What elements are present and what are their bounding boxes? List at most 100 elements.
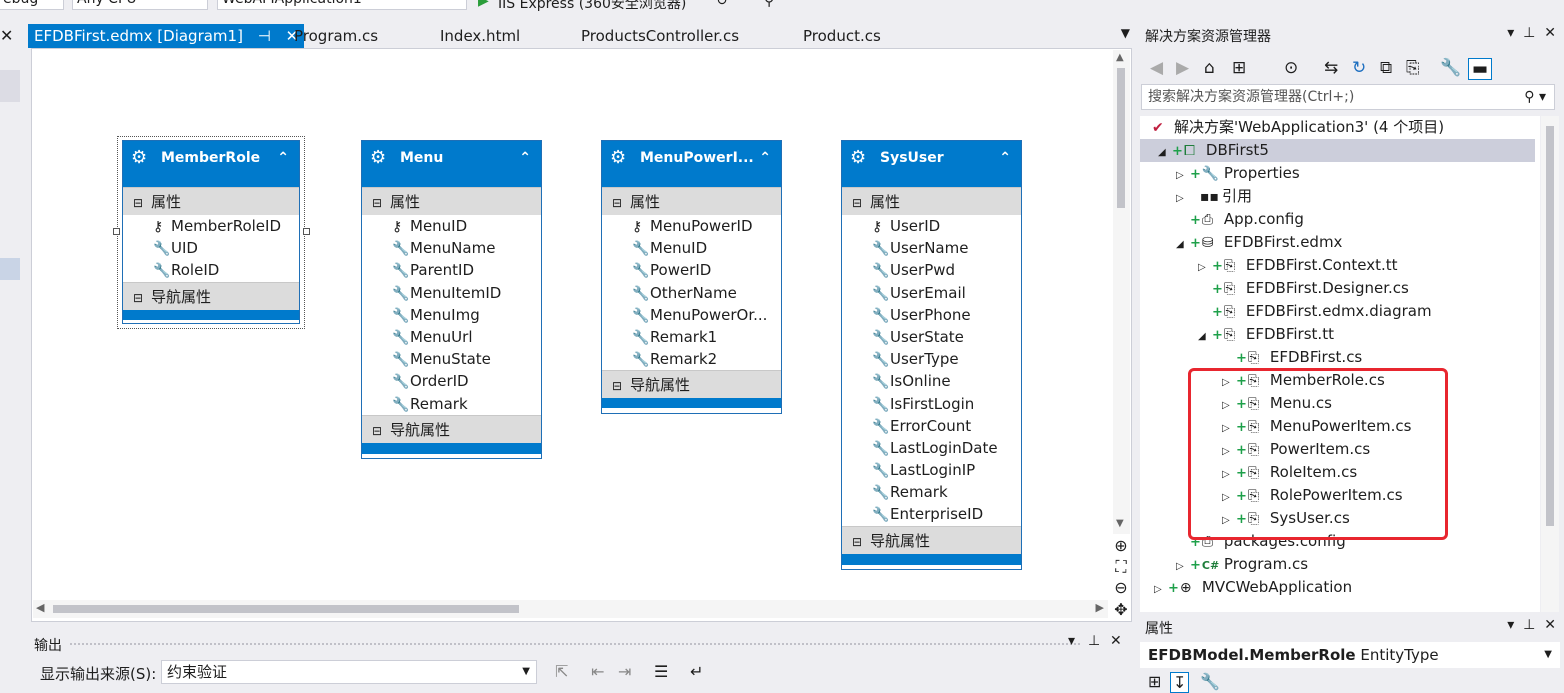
entity-property[interactable]: 🔧ParentID: [362, 259, 541, 281]
navigation-section-header[interactable]: ⊟ 导航属性: [842, 525, 1021, 556]
close-icon[interactable]: ✕: [0, 26, 13, 45]
entity-property[interactable]: 🔧MenuImg: [362, 304, 541, 326]
pin-icon[interactable]: ⊥: [1088, 633, 1100, 649]
entity-property[interactable]: ⚷ MenuID: [362, 215, 541, 237]
properties-wrench-icon[interactable]: 🔧: [1440, 58, 1461, 78]
expanded-arrow-icon[interactable]: ◢: [1198, 325, 1212, 348]
tree-item-properties[interactable]: ▷ +🔧 Properties: [1176, 162, 1300, 185]
properties-section-header[interactable]: ⊟ 属性: [362, 187, 541, 215]
configuration-combo[interactable]: ebug: [0, 0, 64, 10]
entity-property[interactable]: ⚷ MenuPowerID: [602, 215, 781, 237]
tree-item-mvcwebapplication[interactable]: ▷ +⊕ MVCWebApplication: [1154, 576, 1352, 599]
scroll-thumb[interactable]: [1546, 126, 1554, 526]
next-message-icon[interactable]: ⇥: [618, 662, 631, 681]
collapse-minus-icon[interactable]: ⊟: [133, 284, 143, 312]
refresh-icon[interactable]: ↻: [1352, 58, 1366, 78]
properties-section-header[interactable]: ⊟ 属性: [602, 187, 781, 215]
resize-handle[interactable]: [303, 228, 310, 235]
tab-products-controller[interactable]: ProductsController.cs: [581, 24, 739, 48]
preview-selected-icon[interactable]: ▬: [1468, 58, 1492, 80]
entity-property[interactable]: ⚷ MemberRoleID: [123, 215, 299, 237]
pan-icon[interactable]: ✥: [1111, 600, 1131, 620]
find-icon[interactable]: ⚲: [764, 0, 774, 9]
scroll-thumb[interactable]: [53, 605, 519, 613]
entity-property[interactable]: 🔧PowerID: [602, 259, 781, 281]
categorized-icon[interactable]: ⊞: [1148, 672, 1161, 691]
entity-property[interactable]: 🔧Remark1: [602, 326, 781, 348]
tree-item-program-cs[interactable]: ▷ +C# Program.cs: [1176, 553, 1308, 576]
collapse-icon[interactable]: ⌃: [519, 141, 531, 175]
panel-title-controls[interactable]: ▾ ⊥ ✕: [1507, 25, 1556, 41]
entity-property[interactable]: 🔧IsOnline: [842, 370, 1021, 392]
entity-property[interactable]: 🔧Remark: [842, 481, 1021, 503]
show-all-files-icon[interactable]: ⎘: [1406, 58, 1420, 78]
clear-all-icon[interactable]: ☰: [654, 662, 668, 681]
entity-property[interactable]: 🔧MenuPowerOr...: [602, 304, 781, 326]
zoom-to-fit-icon[interactable]: ⛶: [1111, 557, 1131, 577]
entity-property[interactable]: 🔧MenuState: [362, 348, 541, 370]
home-icon[interactable]: ⌂: [1204, 58, 1215, 78]
entity-property[interactable]: 🔧MenuUrl: [362, 326, 541, 348]
collapsed-arrow-icon[interactable]: ▷: [1176, 555, 1190, 578]
pin-icon[interactable]: ⊣: [258, 27, 271, 45]
tab-index-html[interactable]: Index.html: [440, 24, 520, 48]
tree-vertical-scrollbar[interactable]: [1541, 116, 1559, 612]
zoom-out-icon[interactable]: ⊖: [1111, 578, 1131, 598]
navigation-section-header[interactable]: ⊟ 导航属性: [123, 281, 299, 312]
word-wrap-icon[interactable]: ↵: [690, 662, 703, 681]
entity-property[interactable]: 🔧UserName: [842, 237, 1021, 259]
properties-section-header[interactable]: ⊟ 属性: [123, 187, 299, 215]
forward-icon[interactable]: ▶: [1176, 58, 1189, 78]
solution-search-input[interactable]: 搜索解决方案资源管理器(Ctrl+;) ⚲ ▾: [1141, 84, 1555, 110]
entity-memberrole[interactable]: ⚙ MemberRole ⌃ ⊟ 属性 ⚷ MemberRoleID 🔧UID 🔧R…: [122, 140, 300, 324]
entity-property[interactable]: 🔧OtherName: [602, 282, 781, 304]
collapse-minus-icon[interactable]: ⊟: [612, 372, 622, 400]
collapse-icon[interactable]: ⌃: [277, 141, 289, 175]
tab-product-cs[interactable]: Product.cs: [803, 24, 881, 48]
collapse-minus-icon[interactable]: ⊟: [852, 528, 862, 556]
entity-property[interactable]: 🔧Remark2: [602, 348, 781, 370]
collapse-minus-icon[interactable]: ⊟: [372, 189, 382, 217]
collapsed-arrow-icon[interactable]: ▷: [1154, 578, 1168, 601]
find-message-icon[interactable]: ⇱: [555, 662, 568, 681]
collapsed-arrow-icon[interactable]: ▷: [1176, 187, 1190, 210]
platform-combo[interactable]: Any CPU: [72, 0, 208, 10]
entity-property[interactable]: 🔧MenuItemID: [362, 282, 541, 304]
diagram-horizontal-scrollbar[interactable]: ◀ ▶: [33, 600, 1108, 618]
run-target-label[interactable]: IIS Express (360安全浏览器): [498, 0, 686, 13]
panel-title-controls[interactable]: ▾ ⊥ ✕: [1507, 617, 1556, 633]
sync-icon[interactable]: ⇆: [1324, 58, 1338, 78]
entity-property[interactable]: 🔧UserState: [842, 326, 1021, 348]
scroll-up-icon[interactable]: ▲: [1116, 52, 1124, 63]
alphabetical-icon[interactable]: ↧: [1170, 672, 1190, 693]
expanded-arrow-icon[interactable]: ◢: [1176, 233, 1190, 256]
entity-property[interactable]: 🔧UserEmail: [842, 282, 1021, 304]
side-tab-selected[interactable]: [0, 258, 20, 280]
tree-item-references[interactable]: ▷ ▪▪ 引用: [1176, 185, 1252, 208]
scroll-left-icon[interactable]: ◀: [36, 601, 44, 614]
collapsed-arrow-icon[interactable]: ▷: [1198, 256, 1212, 279]
entity-sysuser[interactable]: ⚙ SysUser ⌃ ⊟ 属性 ⚷ UserID 🔧UserName 🔧UserP…: [841, 140, 1022, 570]
scroll-right-icon[interactable]: ▶: [1096, 601, 1104, 614]
startup-project-combo[interactable]: WebAPIApplication1: [217, 0, 467, 10]
entity-property[interactable]: 🔧LastLoginIP: [842, 459, 1021, 481]
side-tab[interactable]: [0, 70, 20, 102]
collapse-minus-icon[interactable]: ⊟: [852, 189, 862, 217]
tree-item-designer-cs[interactable]: +⎘ EFDBFirst.Designer.cs: [1212, 277, 1409, 300]
entity-property[interactable]: 🔧ErrorCount: [842, 415, 1021, 437]
run-icon[interactable]: ▶: [478, 0, 489, 9]
entity-property[interactable]: 🔧UID: [123, 237, 299, 259]
scroll-thumb[interactable]: [1117, 68, 1125, 208]
tab-program-cs[interactable]: Program.cs: [294, 24, 378, 48]
back-icon[interactable]: ◀: [1150, 58, 1163, 78]
tree-item-efdbfirst-tt[interactable]: ◢ +⎘ EFDBFirst.tt: [1198, 323, 1334, 346]
entity-property[interactable]: ⚷ UserID: [842, 215, 1021, 237]
entity-menu[interactable]: ⚙ Menu ⌃ ⊟ 属性 ⚷ MenuID 🔧MenuName 🔧ParentID…: [361, 140, 542, 459]
previous-message-icon[interactable]: ⇤: [591, 662, 604, 681]
close-icon[interactable]: ✕: [1110, 633, 1122, 649]
diagram-vertical-scrollbar[interactable]: ▲ ▼: [1113, 50, 1130, 534]
tree-item-app-config[interactable]: +⎙ App.config: [1190, 208, 1304, 231]
entity-property[interactable]: 🔧EnterpriseID: [842, 503, 1021, 525]
collapse-all-icon[interactable]: ⧉: [1380, 58, 1392, 78]
panel-dropdown-icon[interactable]: ▾: [1068, 633, 1075, 649]
